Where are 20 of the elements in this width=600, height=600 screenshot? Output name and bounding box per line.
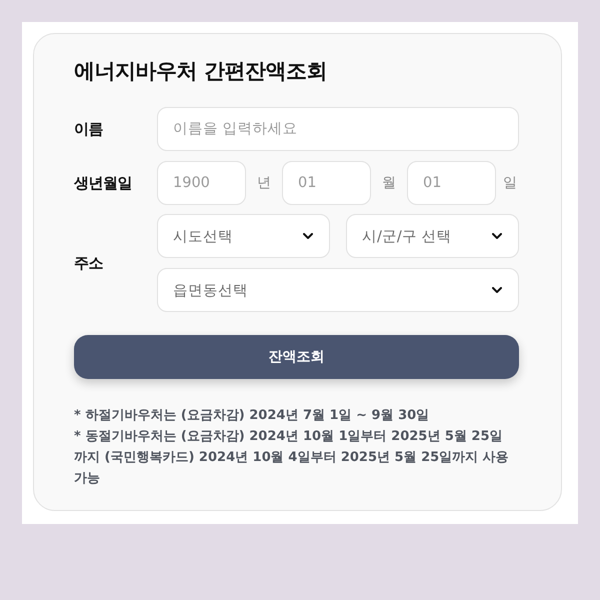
dropdown[interactable]: 시도선택 xyxy=(157,214,330,258)
form-title: 에너지바우처 간편잔액조회 xyxy=(74,58,328,85)
chevron-down-icon xyxy=(492,233,502,239)
dropdown[interactable]: 읍면동선택 xyxy=(157,268,519,312)
field-label: 이름 xyxy=(74,120,104,138)
chevron-down-icon xyxy=(492,287,502,293)
dropdown[interactable]: 시/군/구 선택 xyxy=(346,214,519,258)
date-input[interactable]: 01 xyxy=(282,161,371,205)
unit-label: 년 xyxy=(256,174,272,192)
balance-check-button[interactable]: 잔액조회 xyxy=(74,335,519,379)
unit-label: 월 xyxy=(381,174,397,192)
date-input[interactable]: 01 xyxy=(407,161,496,205)
note-text: * 동절기바우처는 (요금차감) 2024년 10월 1일부터 2025년 5월 25일까지 (국민행복카드) 2024년 10월 4일부터 2025년 5월 25일까지 사용가능 xyxy=(74,428,510,488)
field-label: 생년월일 xyxy=(74,174,133,192)
field-label: 주소 xyxy=(74,254,104,272)
chevron-down-icon xyxy=(303,233,313,239)
name-input[interactable]: 이름을 입력하세요 xyxy=(157,107,519,151)
note-text: * 하절기바우처는 (요금차감) 2024년 7월 1일 ~ 9월 30일 xyxy=(74,407,430,425)
unit-label: 일 xyxy=(502,174,518,192)
date-input[interactable]: 1900 xyxy=(157,161,246,205)
